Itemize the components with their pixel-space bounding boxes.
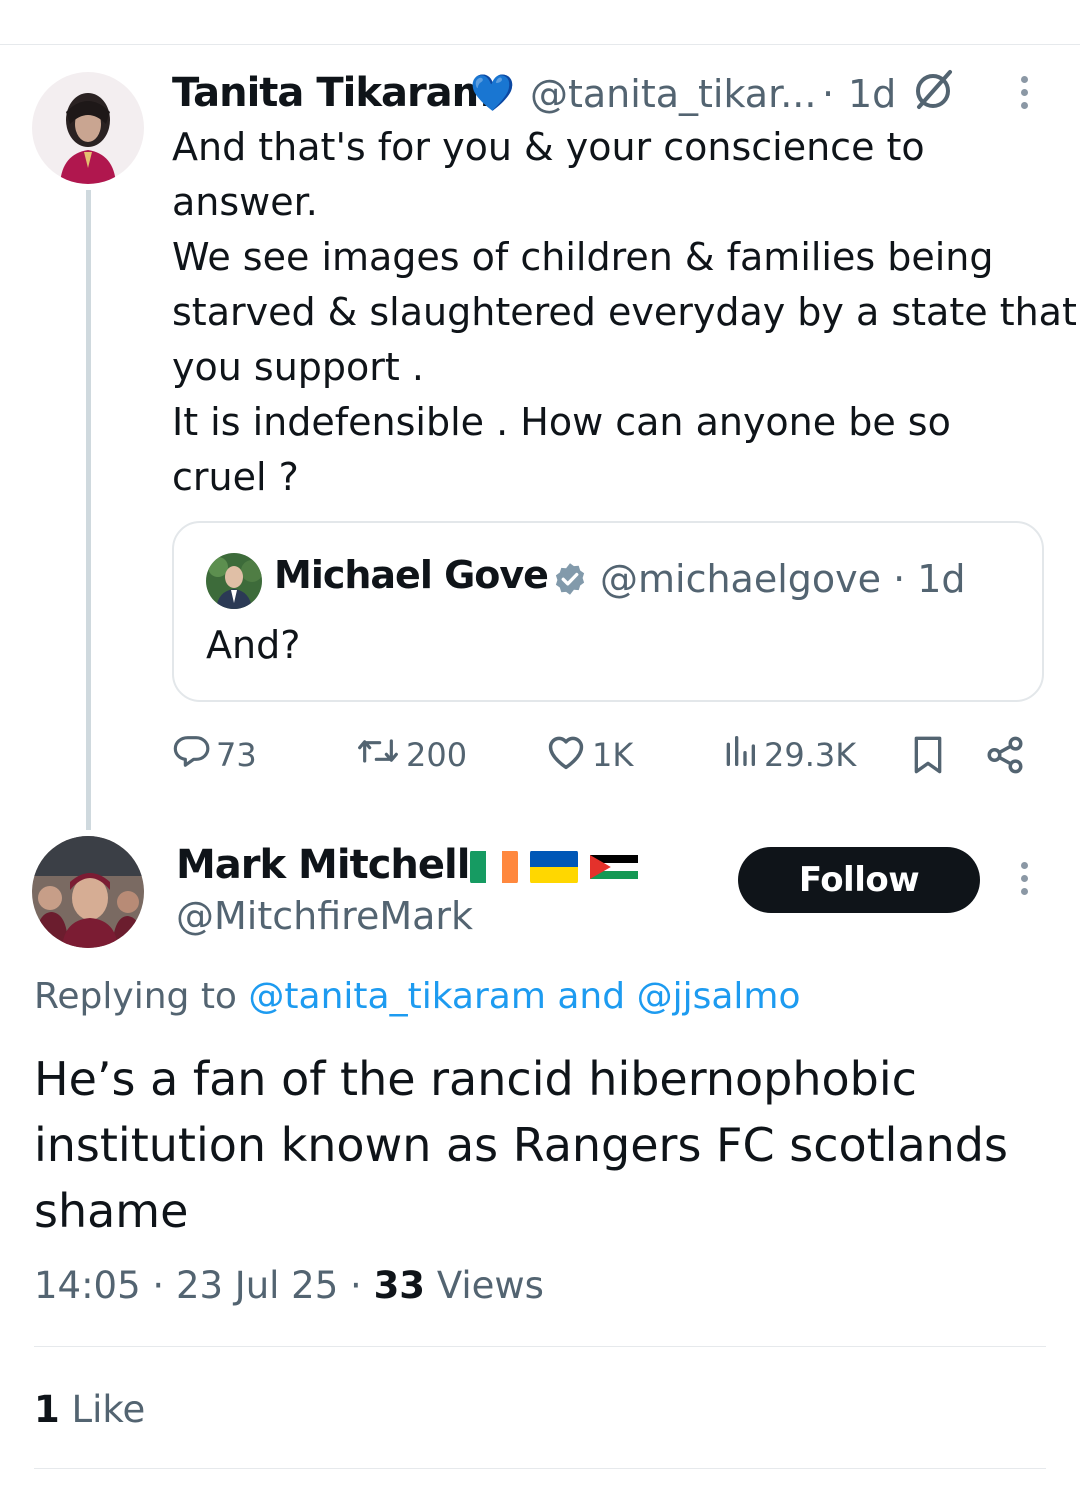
views-count-bold: 33 (373, 1264, 426, 1307)
reply-author: Mark Mitchell. (176, 842, 485, 888)
divider (34, 1346, 1046, 1347)
views-count: 29.3K (764, 736, 857, 774)
quoted-author-name[interactable]: Michael Gove (274, 553, 549, 597)
parent-tweet-time[interactable]: 1d (848, 72, 896, 116)
parent-text-line: answer. (172, 180, 318, 224)
palestine-flag-icon (590, 850, 638, 884)
more-vertical-icon[interactable] (1019, 76, 1029, 116)
gove-avatar[interactable] (206, 553, 262, 609)
reply-icon (172, 731, 216, 779)
views-button[interactable]: 29.3K (720, 730, 856, 780)
tweet-date[interactable]: 23 Jul 25 (176, 1264, 338, 1307)
parent-text-line: you support . (172, 345, 424, 389)
mention-jjsalmo[interactable]: @jjsalmo (637, 976, 801, 1017)
like-count: 1K (592, 736, 634, 774)
blue-heart-emoji: 💙 (470, 73, 515, 114)
likes-summary[interactable]: 1 Like (34, 1388, 145, 1431)
views-label: Views (436, 1264, 544, 1307)
parent-tweet-text: And that's for you & your conscience to … (172, 120, 1077, 505)
parent-author-name[interactable]: Tanita Tikaram (172, 70, 493, 116)
tweet-metadata: 14:05 · 23 Jul 25 · 33 Views (34, 1264, 544, 1307)
parent-text-line: We see images of children & families bei… (172, 235, 994, 279)
mention-tanita[interactable]: @tanita_tikaram (248, 976, 546, 1017)
heart-icon (544, 731, 592, 779)
replying-and: and (557, 976, 626, 1017)
more-vertical-icon[interactable] (1019, 862, 1029, 902)
reply-author-name[interactable]: Mark Mitchell. (176, 842, 485, 888)
follow-button[interactable]: Follow (738, 847, 980, 913)
likes-count: 1 (34, 1388, 60, 1431)
reply-tweet-text: He’s a fan of the rancid hibernophobic i… (34, 1046, 1044, 1244)
reply-text-line: He’s a fan of the rancid hibernophobic (34, 1052, 917, 1106)
flag-emojis (470, 850, 638, 886)
parent-author-handle[interactable]: @tanita_tikar... (530, 72, 816, 116)
reply-count: 73 (216, 736, 257, 774)
reply-author-handle[interactable]: @MitchfireMark (176, 894, 473, 938)
parent-text-line: And that's for you & your conscience to (172, 125, 925, 169)
ukraine-flag-icon (530, 850, 578, 884)
tanita-avatar[interactable] (32, 72, 144, 184)
quoted-tweet-card[interactable]: Michael Gove @michaelgove · 1d And? (172, 521, 1044, 702)
reply-text-line: shame (34, 1184, 189, 1238)
repost-icon (354, 731, 406, 779)
tweet-time[interactable]: 14:05 (34, 1264, 141, 1307)
replying-prefix: Replying to (34, 976, 237, 1017)
parent-tweet-header: Tanita Tikaram 💙 @tanita_tikar... · 1d (172, 66, 1032, 122)
ireland-flag-icon (470, 850, 518, 884)
reply-text-line: institution known as Rangers FC scotland… (34, 1118, 1008, 1172)
divider (34, 1468, 1046, 1469)
repost-count: 200 (406, 736, 468, 774)
thread-line (86, 190, 91, 830)
views-icon (720, 731, 764, 779)
replying-to-line: Replying to @tanita_tikaram and @jjsalmo (34, 976, 800, 1017)
parent-text-line: starved & slaughtered everyday by a stat… (172, 290, 1077, 334)
repost-button[interactable]: 200 (354, 730, 467, 780)
tweet-action-bar: 73 200 1K 29.3K (172, 730, 1042, 780)
verified-badge-icon (552, 561, 588, 597)
bookmark-icon[interactable] (908, 730, 952, 780)
quoted-tweet-text: And? (206, 623, 301, 667)
reply-button[interactable]: 73 (172, 730, 257, 780)
quoted-author-handle[interactable]: @michaelgove · 1d (600, 557, 966, 601)
top-divider (0, 44, 1080, 45)
likes-label: Like (71, 1388, 146, 1431)
share-icon[interactable] (984, 730, 1030, 780)
separator-dot: · (822, 72, 835, 116)
like-button[interactable]: 1K (544, 730, 633, 780)
mark-avatar[interactable] (32, 836, 144, 948)
slashed-circle-icon[interactable] (910, 66, 956, 112)
parent-text-line: It is indefensible . How can anyone be s… (172, 400, 951, 444)
parent-text-line: cruel ? (172, 455, 299, 499)
